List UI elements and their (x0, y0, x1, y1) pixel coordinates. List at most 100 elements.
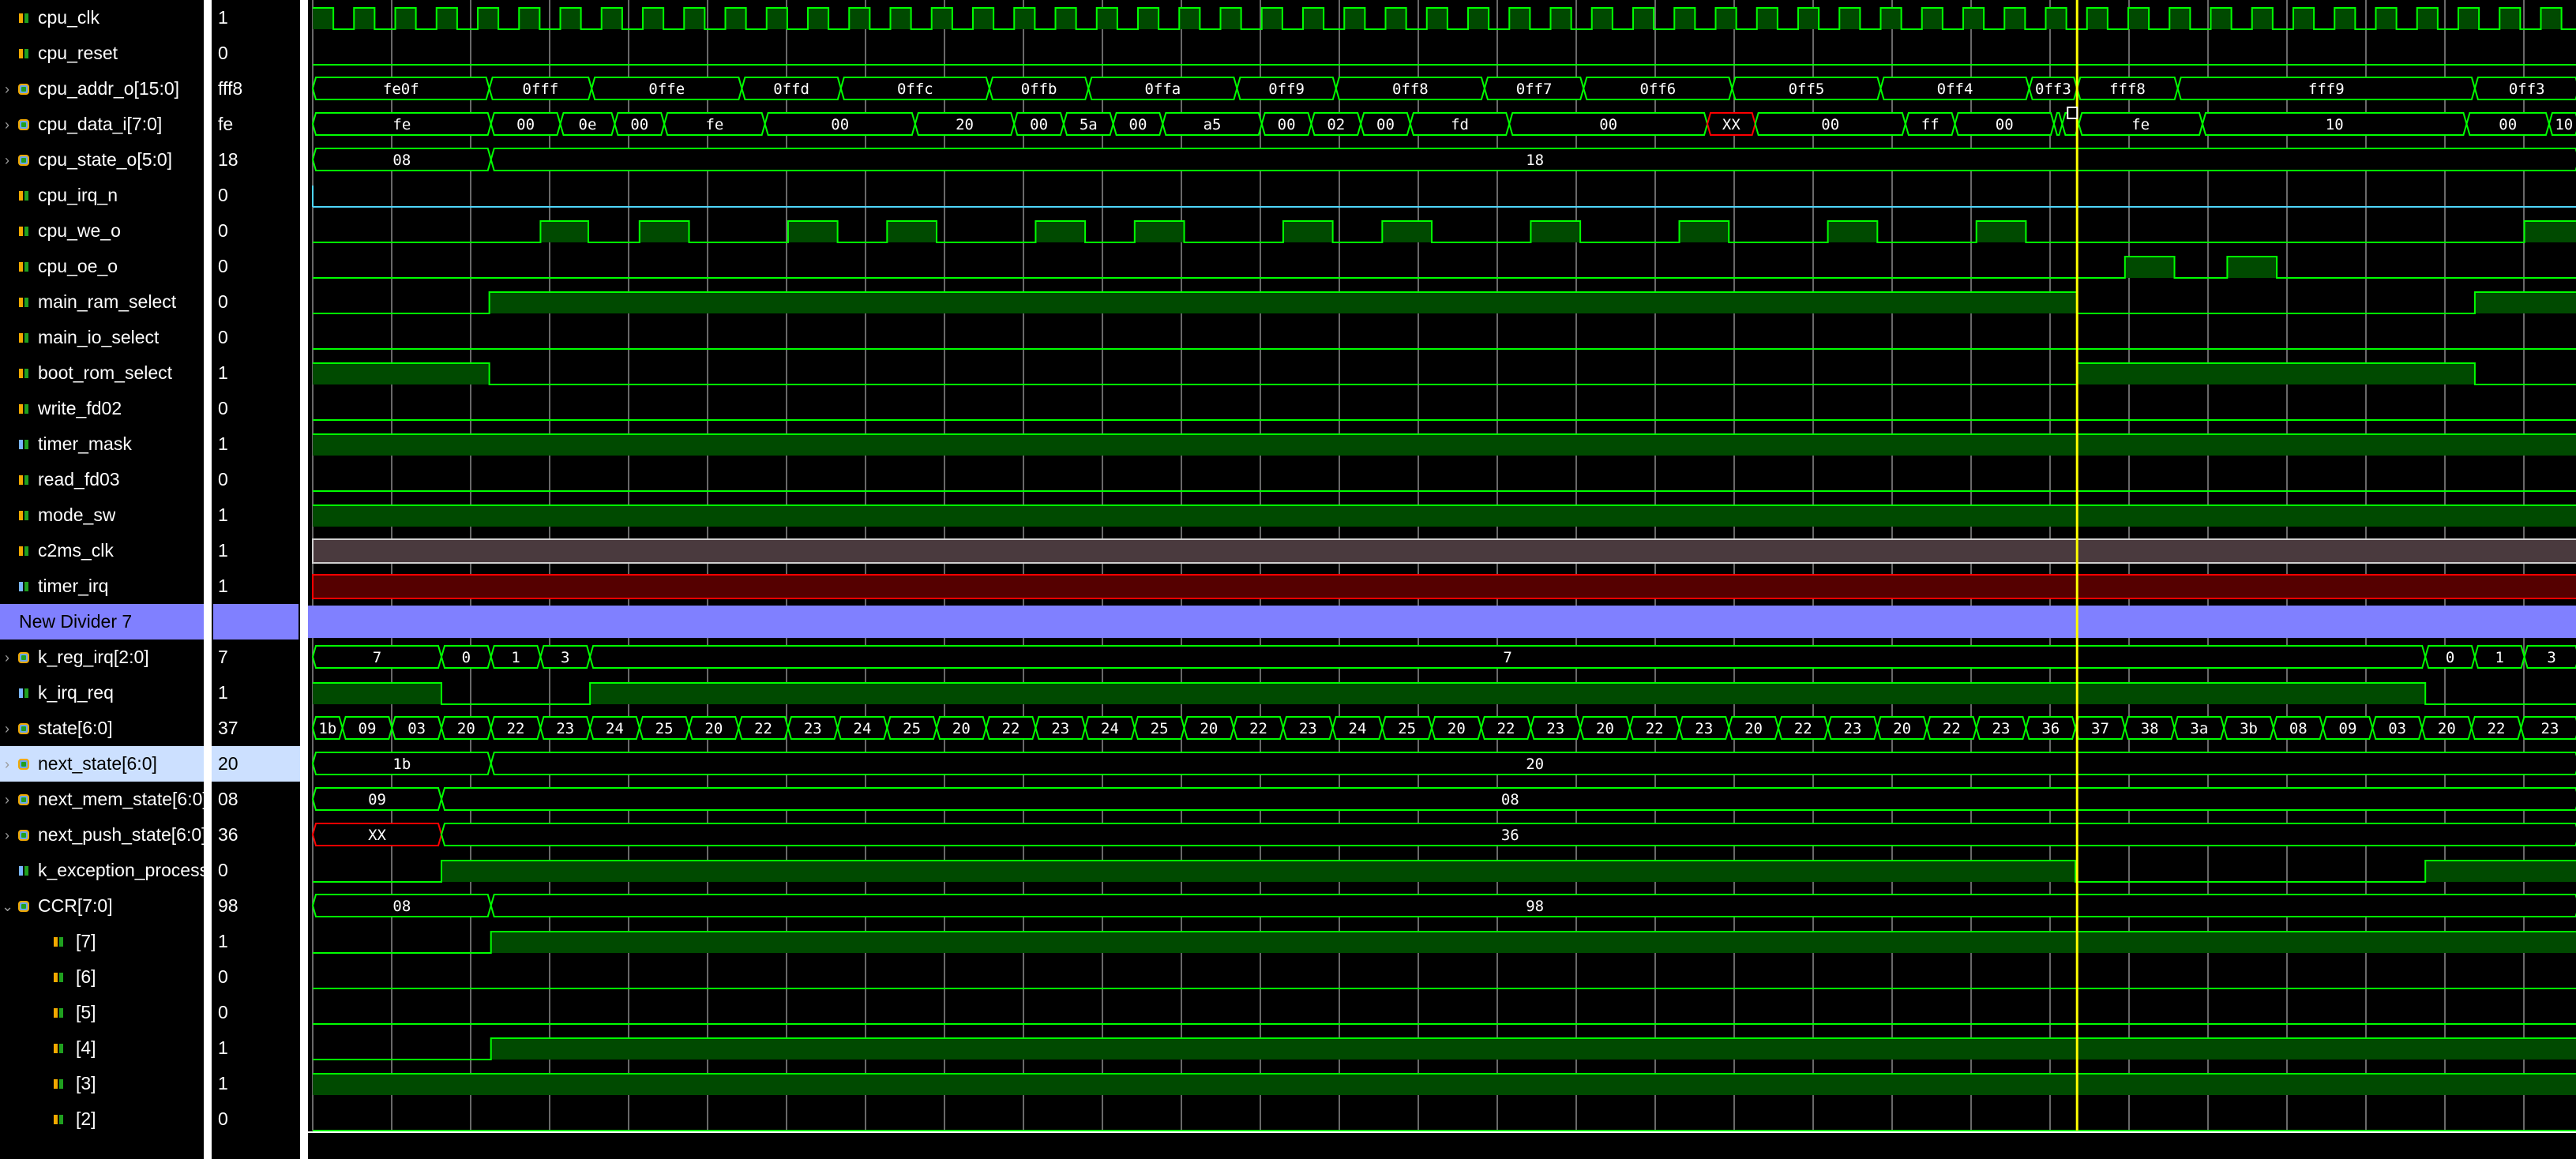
bus-value-label: 23 (1695, 720, 1713, 737)
expand-chevron-icon[interactable]: › (2, 117, 13, 133)
signal-row-boot-rom-select[interactable]: boot_rom_select (0, 355, 204, 391)
clock-high-fill (2293, 8, 2314, 29)
signal-row-cpu-irq-n[interactable]: cpu_irq_n (0, 178, 204, 213)
waveform-k-irq-req[interactable] (313, 683, 2576, 704)
waveform-cpu-state-o[interactable]: 0818 (313, 148, 2576, 171)
signal-row-mode-sw[interactable]: mode_sw (0, 497, 204, 533)
signal-row-next-mem-state-6-0[interactable]: ›next_mem_state[6:0] (0, 782, 204, 817)
signal-value-text: 0 (218, 291, 228, 313)
signal-row-cpu-state-o-5-0[interactable]: ›cpu_state_o[5:0] (0, 142, 204, 178)
signal-row-timer-irq[interactable]: timer_irq (0, 568, 204, 604)
signal-row-k-exception-processing[interactable]: k_exception_processing (0, 853, 204, 888)
signal-row-cpu-clk[interactable]: cpu_clk (0, 0, 204, 36)
bus-value-label: fff9 (2308, 81, 2345, 98)
waveform-divider[interactable] (308, 606, 2576, 638)
signal-row-main-ram-select[interactable]: main_ram_select (0, 284, 204, 320)
signal-value-next-state-6-0: 20 (212, 746, 300, 782)
signal-value-text: 1 (218, 362, 228, 384)
waveform-ccr3[interactable] (313, 1074, 2576, 1095)
signal-value-text: 1 (218, 576, 228, 597)
bus-value-label: 0ffd (773, 81, 809, 98)
bus-value-label: fd (1451, 116, 1469, 133)
waveform-ccr4[interactable] (313, 1038, 2576, 1060)
expand-chevron-icon[interactable]: › (2, 721, 13, 737)
bus-value-label: 09 (2339, 720, 2357, 737)
high-level-fill (788, 221, 838, 242)
waveform-state[interactable]: 1b09032022232425202223242520222324252022… (313, 717, 2576, 739)
clock-high-fill (684, 8, 704, 29)
signal-row-state-6-0[interactable]: ›state[6:0] (0, 711, 204, 746)
bit-icon (52, 1077, 65, 1090)
bus-value-label: 22 (2488, 720, 2506, 737)
clock-high-fill (1757, 8, 1778, 29)
bus-value-label: 0ffe (648, 81, 685, 98)
clock-high-fill (313, 8, 333, 29)
bus-value-label: 23 (1844, 720, 1862, 737)
signal-row-cpu-addr-o-15-0[interactable]: ›cpu_addr_o[15:0] (0, 71, 204, 107)
bus-value-label: 25 (903, 720, 921, 737)
signal-row-read-fd03[interactable]: read_fd03 (0, 462, 204, 497)
waveform-c2ms-clk[interactable] (313, 539, 2576, 563)
signal-row-4[interactable]: [4] (0, 1030, 204, 1066)
bit-icon (52, 1112, 65, 1125)
signal-row-cpu-data-i-7-0[interactable]: ›cpu_data_i[7:0] (0, 107, 204, 142)
signal-row-cpu-we-o[interactable]: cpu_we_o (0, 213, 204, 249)
signal-value-7: 1 (212, 924, 300, 959)
signal-row-main-io-select[interactable]: main_io_select (0, 320, 204, 355)
signal-row-next-push-state-6-0[interactable]: › next_push_state[6:0] (0, 817, 204, 853)
signal-row-k-irq-req[interactable]: k_irq_req (0, 675, 204, 711)
clock-high-fill (2211, 8, 2232, 29)
signal-value-5: 0 (212, 995, 300, 1030)
bus-value-label: 08 (1501, 791, 1519, 808)
signal-row-2[interactable]: [2] (0, 1101, 204, 1137)
bus-value-label: 24 (854, 720, 872, 737)
waveform-next-state[interactable]: 1b20 (313, 752, 2576, 775)
signal-row-cpu-oe-o[interactable]: cpu_oe_o (0, 249, 204, 284)
clock-high-fill (2417, 8, 2438, 29)
expand-chevron-icon[interactable]: › (2, 827, 13, 844)
waveform-ccr7[interactable] (313, 932, 2576, 953)
panel-divider-right[interactable] (300, 0, 308, 1159)
signal-row-6[interactable]: [6] (0, 959, 204, 995)
collapse-chevron-icon[interactable]: ⌄ (2, 898, 13, 915)
signal-value-cpu-addr-o-15-0: fff8 (212, 71, 300, 107)
signal-value-6: 0 (212, 959, 300, 995)
signal-row-5[interactable]: [5] (0, 995, 204, 1030)
expand-chevron-icon[interactable]: › (2, 792, 13, 808)
signal-name-label: timer_irq (38, 576, 108, 597)
expand-chevron-icon[interactable]: › (2, 650, 13, 666)
high-level-fill (491, 932, 2576, 953)
waveform-canvas[interactable]: fe0f0fff0ffe0ffd0ffc0ffb0ffa0ff90ff80ff7… (308, 0, 2576, 1159)
signal-value-c2ms-clk: 1 (212, 533, 300, 568)
signal-row-c2ms-clk[interactable]: c2ms_clk (0, 533, 204, 568)
panel-divider-left[interactable] (204, 0, 212, 1159)
signal-value-3: 1 (212, 1066, 300, 1101)
waveform-cpu-addr-o[interactable]: fe0f0fff0ffe0ffd0ffc0ffb0ffa0ff90ff80ff7… (313, 77, 2576, 99)
signal-row-k-reg-irq-2-0[interactable]: ›k_reg_irq[2:0] (0, 640, 204, 675)
waveform-timer-irq[interactable] (313, 575, 2576, 598)
bus-value-label: 23 (1992, 720, 2011, 737)
waveform-cpu-data-i[interactable]: fe000e00fe0020005a00a5000200fd00XX00ff00… (313, 113, 2576, 135)
waveform-next-mem-state[interactable]: 0908 (313, 788, 2576, 810)
signal-row-next-state-6-0[interactable]: ›next_state[6:0] (0, 746, 204, 782)
expand-chevron-icon[interactable]: › (2, 756, 13, 773)
waveform-ccr[interactable]: 0898 (313, 895, 2576, 917)
bit-icon (52, 1006, 65, 1018)
input-icon (17, 864, 30, 876)
waveform-mode-sw[interactable] (313, 505, 2576, 527)
signal-row-timer-mask[interactable]: timer_mask (0, 426, 204, 462)
high-level-fill (1680, 221, 1729, 242)
signal-name-label: next_push_state[6:0] (38, 824, 204, 846)
signal-row-3[interactable]: [3] (0, 1066, 204, 1101)
waveform-timer-mask[interactable] (313, 434, 2576, 456)
signal-row-7[interactable]: [7] (0, 924, 204, 959)
signal-row-write-fd02[interactable]: write_fd02 (0, 391, 204, 426)
high-level-fill (2077, 363, 2475, 384)
signal-row-cpu-reset[interactable]: cpu_reset (0, 36, 204, 71)
signal-row-new-divider-7[interactable]: New Divider 7 (0, 604, 204, 640)
expand-chevron-icon[interactable]: › (2, 81, 13, 98)
signal-row-ccr-7-0[interactable]: ⌄CCR[7:0] (0, 888, 204, 924)
waveform-k-reg-irq[interactable]: 70137013 (313, 646, 2576, 668)
expand-chevron-icon[interactable]: › (2, 152, 13, 169)
waveform-next-push-state[interactable]: XX36 (313, 823, 2576, 846)
